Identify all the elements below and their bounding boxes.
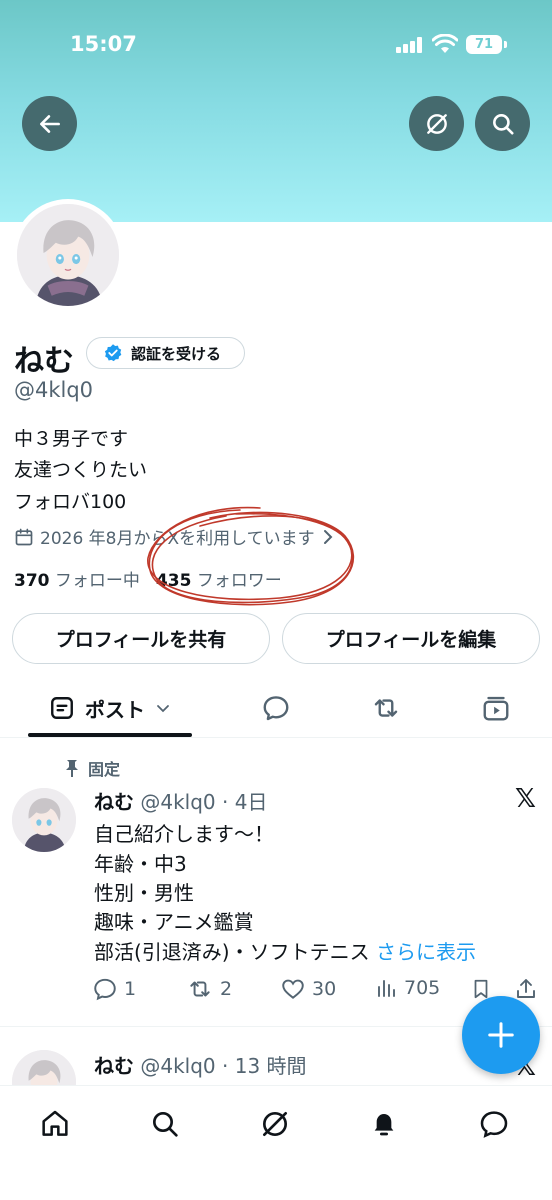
following-count: 370 (14, 571, 50, 591)
bio-line: 友達つくりたい (14, 459, 148, 481)
post-text: 部活(引退済み)・ソフトテニス (94, 940, 370, 964)
repost-icon (190, 981, 210, 997)
profile-tabs: ポスト (0, 680, 552, 738)
verified-badge-icon (104, 344, 122, 362)
bottom-nav (0, 1085, 552, 1200)
red-scribble-annotation (147, 506, 355, 606)
post-header: ねむ @4klq0 · 13 時間 (94, 1050, 307, 1079)
following-label: フォロー中 (54, 571, 140, 591)
tab-posts[interactable]: ポスト (28, 680, 192, 736)
avatar-illustration (12, 788, 76, 852)
repost-icon (374, 699, 398, 717)
battery-tip (504, 41, 507, 48)
compose-button[interactable] (462, 996, 540, 1074)
chevron-down-icon (157, 705, 169, 713)
edit-profile-button[interactable]: プロフィールを編集 (282, 613, 540, 664)
post-text-line-last: 部活(引退済み)・ソフトテニス さらに表示 (94, 936, 476, 965)
post-actions: 1 2 30 705 (92, 976, 544, 1006)
bio-line: フォロバ100 (14, 491, 127, 513)
post-text-line: 自己紹介します〜！ (94, 822, 274, 846)
post-text-line: 趣味・アニメ鑑賞 (94, 910, 254, 934)
tab-reposts[interactable] (362, 680, 410, 736)
search-icon (153, 1112, 178, 1137)
post-text-line: 年齢・中3 (94, 852, 187, 876)
back-button[interactable] (22, 96, 77, 151)
get-verified-button[interactable]: 認証を受ける (86, 337, 245, 369)
share-icon (517, 979, 535, 998)
bell-icon (374, 1114, 394, 1136)
battery-icon: 71 (466, 35, 502, 54)
search-button[interactable] (475, 96, 530, 151)
get-verified-label: 認証を受ける (131, 344, 222, 363)
heart-icon (282, 979, 304, 999)
status-time: 15:07 (70, 32, 137, 56)
home-icon (42, 1110, 68, 1136)
signal-icon (396, 37, 424, 53)
active-tab-indicator (28, 733, 192, 737)
nav-grok[interactable] (255, 1104, 295, 1144)
post-author-name[interactable]: ねむ (94, 1054, 134, 1078)
post-text-line: 性別・男性 (94, 881, 194, 905)
repost-button[interactable]: 2 (186, 976, 232, 1002)
reply-icon (94, 978, 116, 1001)
post-author-name[interactable]: ねむ (94, 790, 134, 814)
speech-bubble-icon (263, 696, 289, 721)
view-count: 705 (404, 977, 441, 999)
following-link[interactable]: 370 フォロー中 (14, 566, 140, 591)
like-count: 30 (312, 978, 337, 1000)
profile-name: ねむ (14, 344, 74, 379)
message-icon (480, 1111, 508, 1138)
profile-avatar[interactable] (12, 199, 124, 311)
like-button[interactable]: 30 (280, 976, 336, 1002)
pinned-indicator: 固定 (64, 756, 120, 780)
wifi-icon (432, 34, 458, 53)
pin-icon (66, 760, 78, 777)
post-avatar[interactable] (12, 788, 76, 852)
profile-handle: @4klq0 (14, 378, 94, 402)
nav-home[interactable] (35, 1104, 75, 1144)
x-logo-icon: 𝕏 (515, 784, 536, 814)
search-icon (492, 113, 514, 135)
post-meta: @4klq0 · 4日 (140, 790, 268, 814)
nav-notifications[interactable] (364, 1104, 404, 1144)
repost-count: 2 (220, 978, 233, 1000)
tab-replies[interactable] (252, 680, 300, 736)
reply-button[interactable]: 1 (92, 976, 136, 1002)
pinned-label: 固定 (88, 760, 121, 779)
arrow-left-icon (39, 114, 60, 133)
share-button[interactable] (514, 976, 538, 1002)
grok-button[interactable] (409, 96, 464, 151)
grok-icon (426, 113, 447, 134)
post-meta: @4klq0 · 13 時間 (140, 1054, 307, 1078)
nav-search[interactable] (145, 1104, 185, 1144)
tab-media[interactable] (472, 680, 520, 736)
status-bar: 15:07 71 (0, 0, 552, 90)
media-icon (483, 696, 509, 721)
calendar-icon (15, 528, 33, 545)
share-profile-button[interactable]: プロフィールを共有 (12, 613, 270, 664)
show-more-link[interactable]: さらに表示 (376, 940, 476, 964)
grok-icon (263, 1112, 287, 1136)
analytics-icon (378, 980, 395, 997)
avatar-illustration (17, 204, 119, 306)
reply-count: 1 (124, 978, 137, 1000)
views-button[interactable]: 705 (374, 976, 440, 1000)
bio-line: 中３男子です (14, 428, 129, 450)
posts-tab-icon (51, 697, 73, 719)
post-header: ねむ @4klq0 · 4日 (94, 786, 267, 815)
tab-posts-label: ポスト (85, 697, 145, 722)
nav-messages[interactable] (474, 1104, 514, 1144)
plus-icon (488, 1022, 514, 1048)
